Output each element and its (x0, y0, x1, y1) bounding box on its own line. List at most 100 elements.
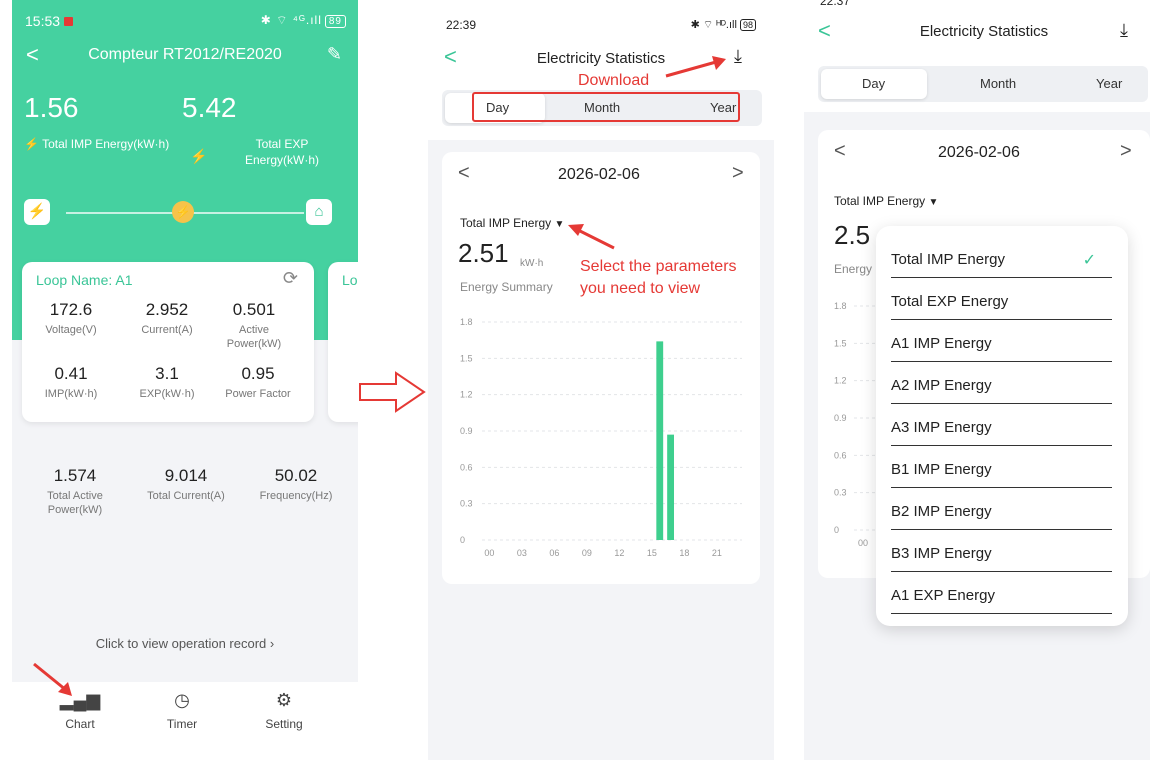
y-tick-label: 0.3 (460, 499, 473, 509)
refresh-icon[interactable]: ⟳ (283, 268, 298, 289)
next-loop-card[interactable]: Lo (328, 262, 358, 422)
next-date-button[interactable]: > (732, 162, 744, 185)
loop-card[interactable]: Loop Name: A1 ⟳ 172.6 Voltage(V) 2.952 Cur… (22, 262, 314, 422)
download-icon[interactable]: ⤓ (734, 46, 742, 67)
total-exp-label-line1: Total EXP (255, 137, 309, 151)
flow-bolt-icon: ⚡ (172, 201, 194, 223)
metric-label: IMP(kW·h) (44, 388, 98, 400)
menu-option-label: A2 IMP Energy (891, 377, 992, 394)
parameter-dropdown[interactable]: Total IMP Energy ▼ (460, 216, 564, 230)
status-time: 22:37 (820, 0, 851, 8)
tab-timer[interactable]: ◷ Timer (142, 690, 222, 731)
parameter-dropdown-label: Total IMP Energy (460, 216, 552, 230)
segment-year[interactable]: Year (1096, 76, 1122, 91)
parameter-dropdown[interactable]: Total IMP Energy ▼ (834, 194, 938, 208)
menu-option-total-imp-energy[interactable]: Total IMP Energy ✓ (891, 236, 1112, 278)
menu-option-label: B1 IMP Energy (891, 461, 992, 478)
record-indicator-icon (63, 17, 73, 26)
y-tick-label: 0 (834, 525, 839, 535)
menu-option-total-exp-energy[interactable]: Total EXP Energy (891, 278, 1112, 320)
menu-option-label: A3 IMP Energy (891, 419, 992, 436)
clock-icon: ◷ (174, 690, 190, 710)
total-imp-label: ⚡ Total IMP Energy(kW·h) (24, 136, 169, 152)
download-icon[interactable]: ⤓ (1120, 20, 1128, 41)
caret-down-icon: ▼ (554, 219, 565, 230)
period-segmented-control: Day Month Year (818, 66, 1148, 102)
total-value: 50.02 (274, 466, 318, 485)
current-date: 2026-02-06 (558, 166, 640, 183)
metric-value: 172.6 (49, 300, 93, 319)
chevron-right-icon: › (269, 636, 275, 651)
total-label: Frequency(Hz) (259, 490, 333, 502)
total-imp-label-text: Total IMP Energy(kW·h) (42, 137, 170, 151)
gear-icon: ⚙ (275, 690, 293, 710)
menu-option-label: A1 EXP Energy (891, 587, 995, 604)
chart-bar[interactable] (667, 434, 674, 540)
menu-option-b2-imp-energy[interactable]: B2 IMP Energy (891, 488, 1112, 530)
menu-option-a2-imp-energy[interactable]: A2 IMP Energy (891, 362, 1112, 404)
metric-value: 0.501 (232, 300, 276, 319)
next-loop-name: Lo (342, 272, 358, 288)
back-button[interactable]: < (818, 18, 831, 44)
energy-value: 2.5 (834, 220, 871, 250)
panel-statistics-chart: 22:39 ✱ ⌔ ᴴᴰ.ıll 98 < Electricity Statis… (428, 0, 774, 760)
next-date-button[interactable]: > (1120, 140, 1132, 163)
metric-imp: 0.41 IMP(kW·h) (26, 364, 116, 401)
edit-icon[interactable]: ✎ (327, 44, 342, 65)
flow-arrow-icon (359, 371, 426, 413)
status-icons: ✱ ⌔ ⁴ᴳ.ıll 89 (261, 13, 346, 28)
metric-label: Power Factor (225, 388, 291, 400)
total-label: Total Current(A) (147, 490, 225, 502)
menu-option-label: A1 IMP Energy (891, 335, 992, 352)
metric-exp: 3.1 EXP(kW·h) (122, 364, 212, 401)
segment-month[interactable]: Month (980, 76, 1016, 91)
segment-day[interactable]: Day (862, 76, 885, 91)
battery-icon: 98 (739, 19, 756, 31)
back-button[interactable]: < (26, 42, 39, 68)
annotation-arrow-download (665, 56, 726, 78)
y-tick-label: 0 (460, 535, 465, 545)
chart-bar[interactable] (656, 341, 664, 540)
x-tick-label: 09 (582, 548, 592, 558)
total-current: 9.014 Total Current(A) (136, 466, 236, 503)
menu-option-b3-imp-energy[interactable]: B3 IMP Energy (891, 530, 1112, 572)
energy-value: 2.51 (458, 238, 509, 268)
metric-power-factor: 0.95 Power Factor (208, 364, 308, 401)
parameter-dropdown-menu: Total IMP Energy ✓ Total EXP Energy A1 IM… (876, 226, 1128, 626)
total-active-power: 1.574 Total Active Power(kW) (30, 466, 120, 517)
status-time: 15:53 (25, 13, 73, 29)
metric-voltage: 172.6 Voltage(V) (26, 300, 116, 337)
menu-option-a3-imp-energy[interactable]: A3 IMP Energy (891, 404, 1112, 446)
panel-device-overview: 15:53 ✱ ⌔ ⁴ᴳ.ıll 89 < Compteur RT2012/RE2… (12, 0, 358, 760)
menu-option-a1-imp-energy[interactable]: A1 IMP Energy (891, 320, 1112, 362)
annotation-select: Select the parameters you need to view (580, 256, 737, 300)
status-icons: ✱ ⌔ ᴴᴰ.ıll 98 (691, 18, 756, 32)
annotation-download: Download (578, 72, 650, 89)
total-exp-label-line2: Energy(kW·h) (244, 153, 319, 167)
x-tick-label: 12 (614, 548, 624, 558)
checkmark-icon: ✓ (1082, 252, 1096, 269)
annotation-arrow-chart (33, 662, 72, 696)
parameter-dropdown-label: Total IMP Energy (834, 194, 926, 208)
total-label: Total Active Power(kW) (47, 490, 103, 516)
metric-label: Active Power(kW) (226, 324, 282, 350)
status-time: 22:39 (446, 18, 477, 32)
annotation-highlight-box (472, 92, 740, 122)
bolt-icon: ⚡ (190, 148, 208, 164)
metric-label: Current(A) (141, 324, 193, 336)
menu-option-b1-imp-energy[interactable]: B1 IMP Energy (891, 446, 1112, 488)
loop-name: Loop Name: A1 (36, 272, 133, 288)
total-imp-value: 1.56 (24, 92, 79, 123)
tab-timer-label: Timer (166, 717, 198, 731)
prev-date-button[interactable]: < (834, 140, 846, 163)
menu-option-a1-exp-energy[interactable]: A1 EXP Energy (891, 572, 1112, 614)
menu-option-label: Total IMP Energy (891, 251, 1005, 268)
page-title: Electricity Statistics (919, 23, 1049, 40)
tab-setting[interactable]: ⚙ Setting (244, 690, 324, 731)
metric-value: 2.952 (145, 300, 189, 319)
caret-down-icon: ▼ (928, 197, 939, 208)
operation-record-link[interactable]: Click to view operation record › (12, 636, 358, 651)
total-value: 1.574 (53, 466, 97, 485)
back-button[interactable]: < (444, 44, 457, 70)
prev-date-button[interactable]: < (458, 162, 470, 185)
